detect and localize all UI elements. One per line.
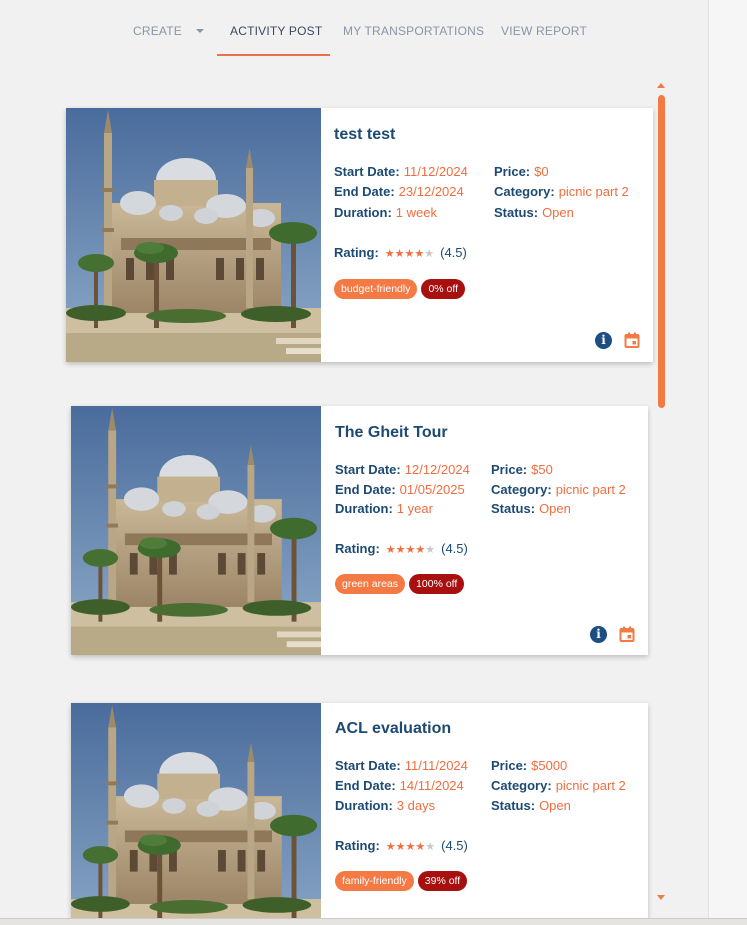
nav-create-label: CREATE <box>133 24 182 38</box>
rating: Rating: ★★★★★ (4.5) <box>335 838 468 853</box>
status: Status: Open <box>491 798 571 813</box>
card-body: ACL evaluation Start Date: 11/11/2024 End… <box>335 703 648 918</box>
mosque-photo <box>71 703 321 918</box>
top-nav: CREATE ACTIVITY POST MY TRANSPORTATIONS … <box>0 0 708 60</box>
star-rating-icon: ★★★★★ <box>385 544 436 556</box>
tag-list: green areas 100% off <box>335 574 468 594</box>
nav-create[interactable]: CREATE <box>133 24 204 38</box>
rating: Rating: ★★★★★ (4.5) <box>334 245 467 260</box>
category: Category: picnic part 2 <box>491 778 626 793</box>
card-body: The Gheit Tour Start Date: 12/12/2024 End… <box>335 406 648 655</box>
info-icon[interactable]: i <box>595 332 612 349</box>
tag-badge: budget-friendly <box>334 279 418 299</box>
end-date: End Date: 23/12/2024 <box>334 184 464 199</box>
start-date: Start Date: 12/12/2024 <box>335 462 470 477</box>
tag-list: budget-friendly 0% off <box>334 279 469 299</box>
scroll-down-arrow-icon[interactable] <box>657 895 665 900</box>
discount-badge: 100% off <box>409 574 465 594</box>
tag-badge: green areas <box>335 574 406 594</box>
price: Price: $5000 <box>491 758 568 773</box>
price: Price: $0 <box>494 164 549 179</box>
right-panel <box>708 0 747 925</box>
info-icon[interactable]: i <box>590 626 607 643</box>
end-date: End Date: 01/05/2025 <box>335 482 465 497</box>
duration: Duration: 1 week <box>334 205 437 220</box>
start-date: Start Date: 11/11/2024 <box>335 758 468 773</box>
activity-title: ACL evaluation <box>335 720 452 737</box>
star-rating-icon: ★★★★★ <box>384 248 435 260</box>
activity-card[interactable]: test test Start Date: 11/12/2024 End Date… <box>66 108 653 362</box>
category: Category: picnic part 2 <box>494 184 629 199</box>
calendar-icon[interactable] <box>624 332 640 348</box>
start-date: Start Date: 11/12/2024 <box>334 164 468 179</box>
scrollbar-thumb[interactable] <box>658 95 665 408</box>
status: Status: Open <box>494 205 574 220</box>
rating: Rating: ★★★★★ (4.5) <box>335 541 468 556</box>
price: Price: $50 <box>491 462 553 477</box>
star-rating-icon: ★★★★★ <box>385 841 436 853</box>
activity-card[interactable]: The Gheit Tour Start Date: 12/12/2024 End… <box>71 406 648 655</box>
mosque-photo <box>71 406 321 655</box>
activity-card[interactable]: ACL evaluation Start Date: 11/11/2024 End… <box>71 703 648 918</box>
caret-down-icon <box>195 29 204 33</box>
activity-title: test test <box>334 126 396 143</box>
active-tab-indicator <box>217 54 330 56</box>
nav-view-report[interactable]: VIEW REPORT <box>501 24 587 38</box>
discount-badge: 0% off <box>421 279 466 299</box>
mosque-photo <box>66 108 321 362</box>
category: Category: picnic part 2 <box>491 482 626 497</box>
nav-activity-post[interactable]: ACTIVITY POST <box>230 24 322 38</box>
tag-list: family-friendly 39% off <box>335 871 471 891</box>
nav-my-transportations[interactable]: MY TRANSPORTATIONS <box>343 24 484 38</box>
duration: Duration: 3 days <box>335 798 436 813</box>
calendar-icon[interactable] <box>619 626 635 642</box>
main-content: CREATE ACTIVITY POST MY TRANSPORTATIONS … <box>0 0 708 925</box>
scroll-up-arrow-icon[interactable] <box>657 83 665 88</box>
end-date: End Date: 14/11/2024 <box>335 778 464 793</box>
card-body: test test Start Date: 11/12/2024 End Date… <box>334 108 653 362</box>
activity-title: The Gheit Tour <box>335 424 448 441</box>
bottom-bar <box>0 918 747 925</box>
tag-badge: family-friendly <box>335 871 414 891</box>
discount-badge: 39% off <box>417 871 468 891</box>
status: Status: Open <box>491 501 571 516</box>
duration: Duration: 1 year <box>335 501 433 516</box>
